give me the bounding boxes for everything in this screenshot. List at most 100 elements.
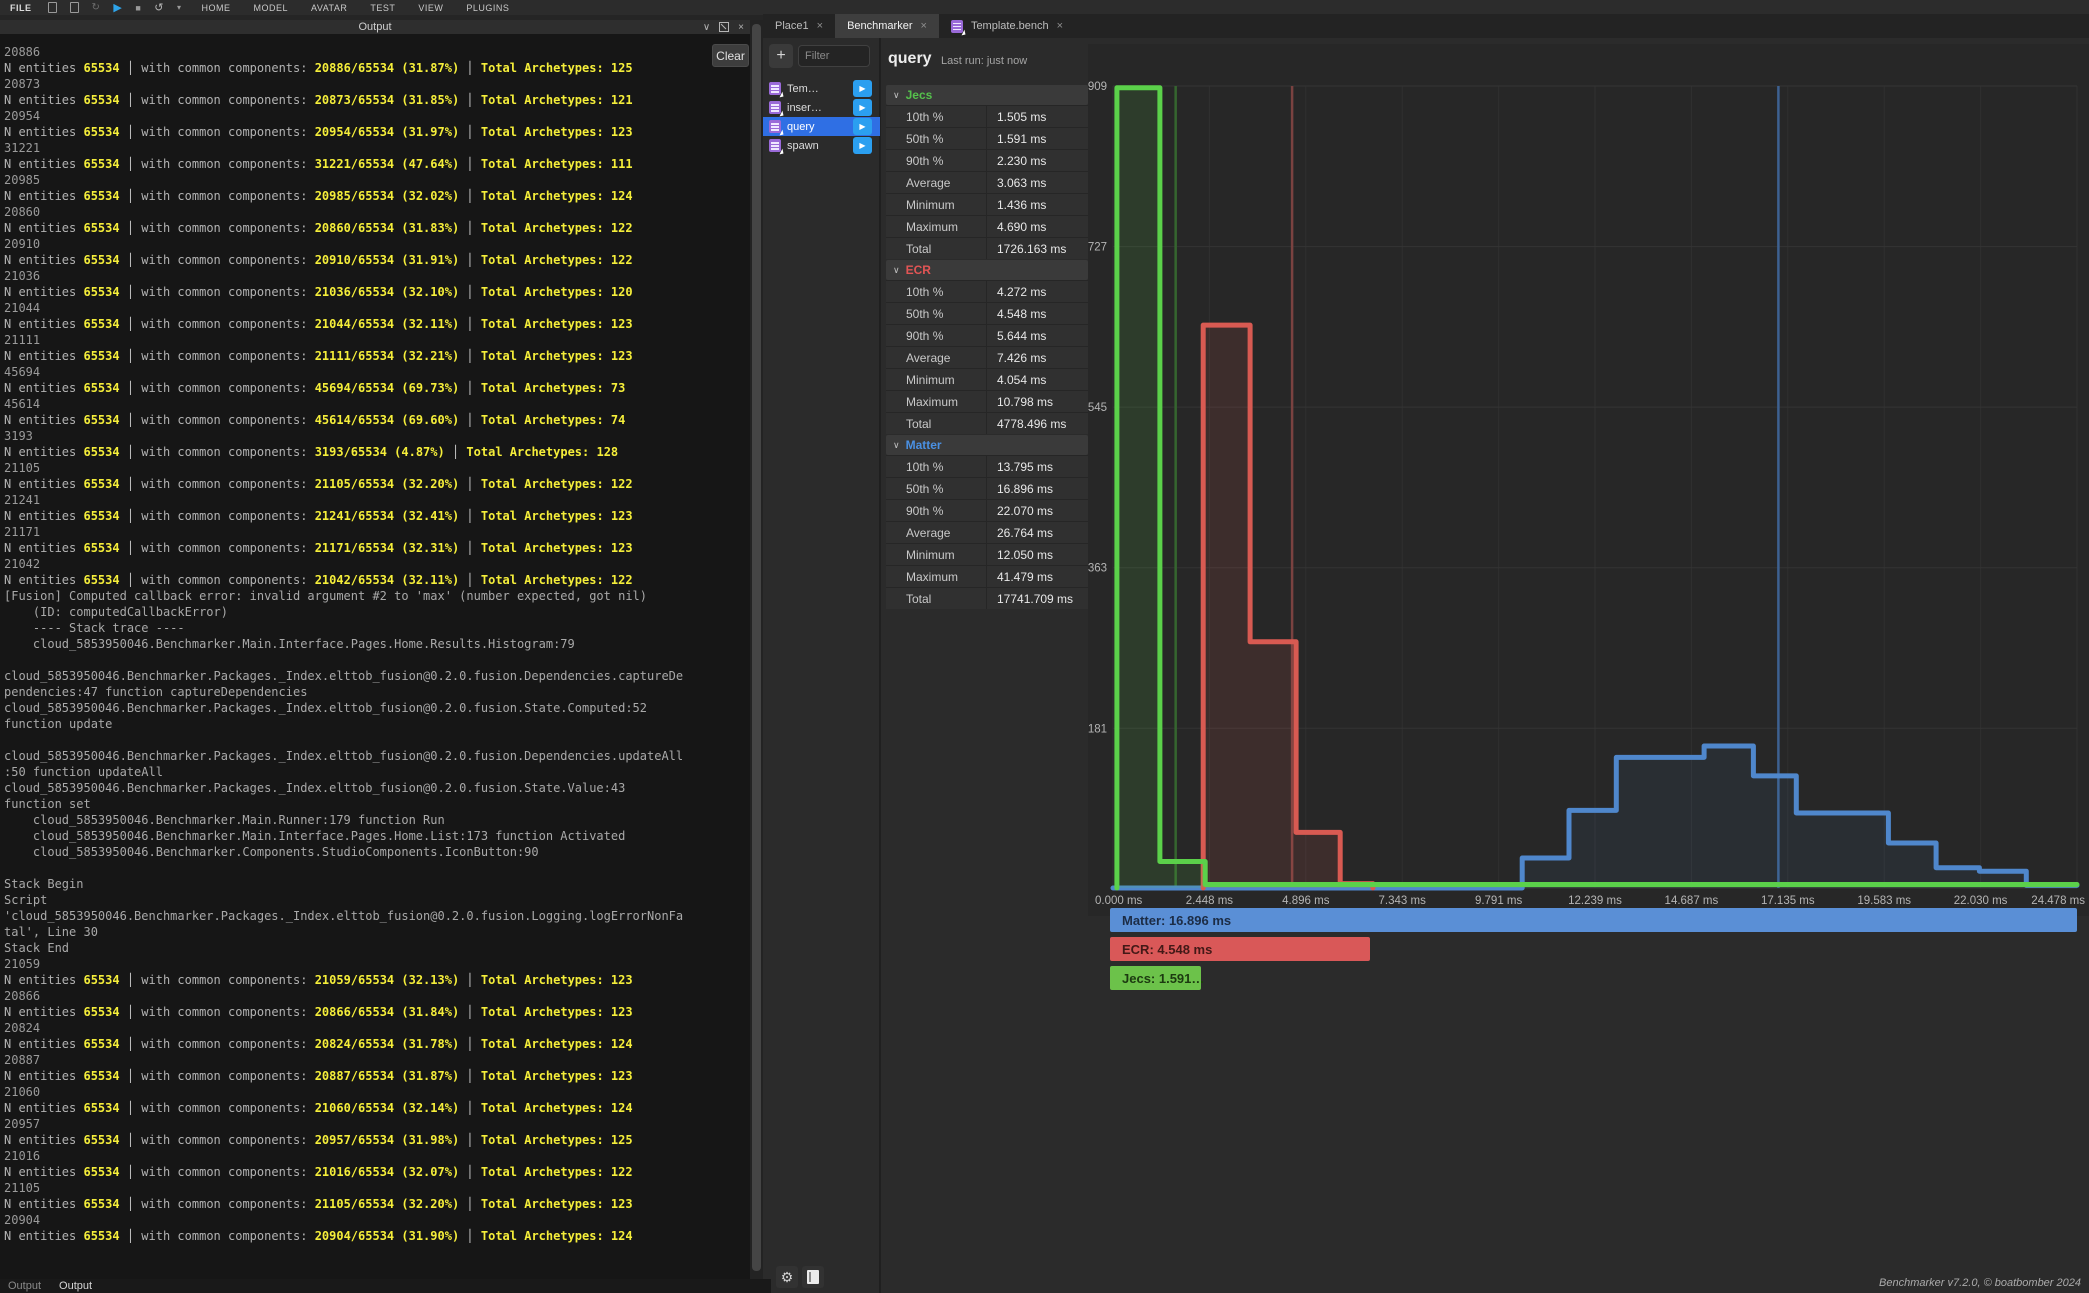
- log-line: 20866: [4, 988, 750, 1004]
- log-line: cloud_5853950046.Benchmarker.Packages._I…: [4, 668, 750, 684]
- menu-item-view[interactable]: VIEW: [418, 3, 443, 13]
- stat-value: 4.690 ms: [986, 216, 1088, 237]
- stat-value: 1.436 ms: [986, 194, 1088, 215]
- menu-file[interactable]: FILE: [10, 3, 32, 13]
- stat-row: Maximum4.690 ms: [886, 215, 1088, 237]
- footer-tab-output-0[interactable]: Output: [8, 1280, 41, 1292]
- stat-label: 50th %: [886, 303, 986, 324]
- log-line: N entities 65534 │ with common component…: [4, 252, 750, 268]
- tab-place1[interactable]: Place1×: [763, 14, 835, 38]
- tab-label: Benchmarker: [847, 20, 912, 32]
- output-console: 20886 N entities 65534 │ with common comp…: [0, 34, 750, 1279]
- y-axis-tick-label: 727: [1088, 242, 1107, 254]
- log-line: 3193: [4, 428, 750, 444]
- menu-item-plugins[interactable]: PLUGINS: [466, 3, 509, 13]
- menu-item-model[interactable]: MODEL: [254, 3, 289, 13]
- log-line: N entities 65534 │ with common component…: [4, 316, 750, 332]
- menu-item-avatar[interactable]: AVATAR: [311, 3, 347, 13]
- stat-row: 50th %16.896 ms: [886, 477, 1088, 499]
- save-icon[interactable]: [70, 2, 79, 13]
- chart-legend: Matter: 16.896 msECR: 4.548 msJecs: 1.59…: [1110, 908, 2077, 995]
- log-line: 20985: [4, 172, 750, 188]
- menu-items: HOME MODEL AVATAR TEST VIEW PLUGINS: [202, 3, 510, 13]
- benchmark-item-label: spawn: [787, 140, 819, 152]
- credits-label: Benchmarker v7.2.0, © boatbomber 2024: [1879, 1277, 2081, 1289]
- tab-close-icon[interactable]: ×: [817, 20, 823, 32]
- tab-close-icon[interactable]: ×: [1057, 20, 1063, 32]
- log-line: 21171: [4, 524, 750, 540]
- log-line: 21042: [4, 556, 750, 572]
- chevron-down-icon: ∨: [893, 265, 900, 276]
- stats-section-name: Matter: [906, 438, 942, 452]
- log-line: Stack Begin: [4, 876, 750, 892]
- stat-row: 90th %2.230 ms: [886, 149, 1088, 171]
- x-axis-tick-label: 12.239 ms: [1568, 895, 1622, 907]
- log-line: N entities 65534 │ with common component…: [4, 476, 750, 492]
- log-line: [4, 732, 750, 748]
- benchmark-item-label: inser…: [787, 102, 822, 114]
- log-line: 20887: [4, 1052, 750, 1068]
- panel-close-icon[interactable]: ×: [738, 22, 744, 33]
- run-benchmark-button[interactable]: ▶: [853, 80, 872, 97]
- stat-value: 1.505 ms: [986, 106, 1088, 127]
- run-benchmark-button[interactable]: ▶: [853, 118, 872, 135]
- log-line: 20886: [4, 44, 750, 60]
- output-scrollbar-thumb[interactable]: [752, 24, 761, 1271]
- stat-label: 90th %: [886, 150, 986, 171]
- chevron-down-icon[interactable]: ▾: [177, 3, 182, 13]
- document-tab-bar: Place1×Benchmarker×Template.bench×: [763, 14, 2089, 38]
- log-line: 20824: [4, 1020, 750, 1036]
- benchmark-item-spawn[interactable]: spawn ▶: [763, 136, 880, 155]
- stat-row: 50th %1.591 ms: [886, 127, 1088, 149]
- panel-undock-icon[interactable]: [719, 22, 729, 32]
- output-scrollbar[interactable]: [750, 20, 763, 1279]
- filter-input[interactable]: [798, 45, 870, 67]
- script-icon: [769, 120, 781, 133]
- benchmark-item-tem[interactable]: Tem…▶: [763, 79, 880, 98]
- settings-button[interactable]: ⚙: [776, 1266, 798, 1288]
- menu-item-test[interactable]: TEST: [370, 3, 395, 13]
- log-line: [4, 860, 750, 876]
- reset-icon[interactable]: ↺: [154, 3, 164, 13]
- tab-template.bench[interactable]: Template.bench×: [939, 14, 1075, 38]
- stat-value: 4.548 ms: [986, 303, 1088, 324]
- log-line: N entities 65534 │ with common component…: [4, 444, 750, 460]
- stop-icon[interactable]: ■: [135, 3, 141, 13]
- play-icon[interactable]: ▶: [113, 3, 122, 13]
- stat-value: 4.054 ms: [986, 369, 1088, 390]
- log-line: 20873: [4, 76, 750, 92]
- tab-benchmarker[interactable]: Benchmarker ×: [835, 14, 939, 38]
- clear-output-button[interactable]: Clear: [712, 44, 749, 67]
- new-doc-icon[interactable]: [48, 2, 57, 13]
- log-line: cloud_5853950046.Benchmarker.Packages._I…: [4, 780, 750, 796]
- stats-section-ecr[interactable]: ∨ECR: [886, 260, 1088, 280]
- panel-collapse-icon[interactable]: ∨: [703, 22, 710, 33]
- log-line: N entities 65534 │ with common component…: [4, 156, 750, 172]
- benchmark-item-query[interactable]: query▶: [763, 117, 880, 136]
- benchmark-item-inser[interactable]: inser… ▶: [763, 98, 880, 117]
- stat-label: 10th %: [886, 456, 986, 477]
- log-line: 21111: [4, 332, 750, 348]
- add-benchmark-button[interactable]: +: [769, 44, 793, 68]
- stat-value: 17741.709 ms: [986, 588, 1088, 609]
- run-benchmark-button[interactable]: ▶: [853, 137, 872, 154]
- stat-label: 50th %: [886, 128, 986, 149]
- stat-value: 26.764 ms: [986, 522, 1088, 543]
- stat-value: 4778.496 ms: [986, 413, 1088, 434]
- stats-section-jecs[interactable]: ∨Jecs: [886, 85, 1088, 105]
- log-line: N entities 65534 │ with common component…: [4, 1132, 750, 1148]
- footer-bar: Output Output: [0, 1279, 771, 1293]
- footer-tab-output-1[interactable]: Output: [59, 1280, 92, 1292]
- menu-item-home[interactable]: HOME: [202, 3, 231, 13]
- stats-section-matter[interactable]: ∨Matter: [886, 435, 1088, 455]
- log-line: 20904: [4, 1212, 750, 1228]
- x-axis-tick-label: 22.030 ms: [1954, 895, 2008, 907]
- redo-icon[interactable]: ↻: [92, 3, 101, 13]
- docs-button[interactable]: [802, 1266, 824, 1288]
- tab-close-icon[interactable]: ×: [921, 20, 927, 32]
- output-panel-title: Output: [358, 21, 391, 33]
- legend-bar-ecr: ECR: 4.548 ms: [1110, 937, 1370, 961]
- stat-label: 90th %: [886, 500, 986, 521]
- log-line: N entities 65534 │ with common component…: [4, 540, 750, 556]
- run-benchmark-button[interactable]: ▶: [853, 99, 872, 116]
